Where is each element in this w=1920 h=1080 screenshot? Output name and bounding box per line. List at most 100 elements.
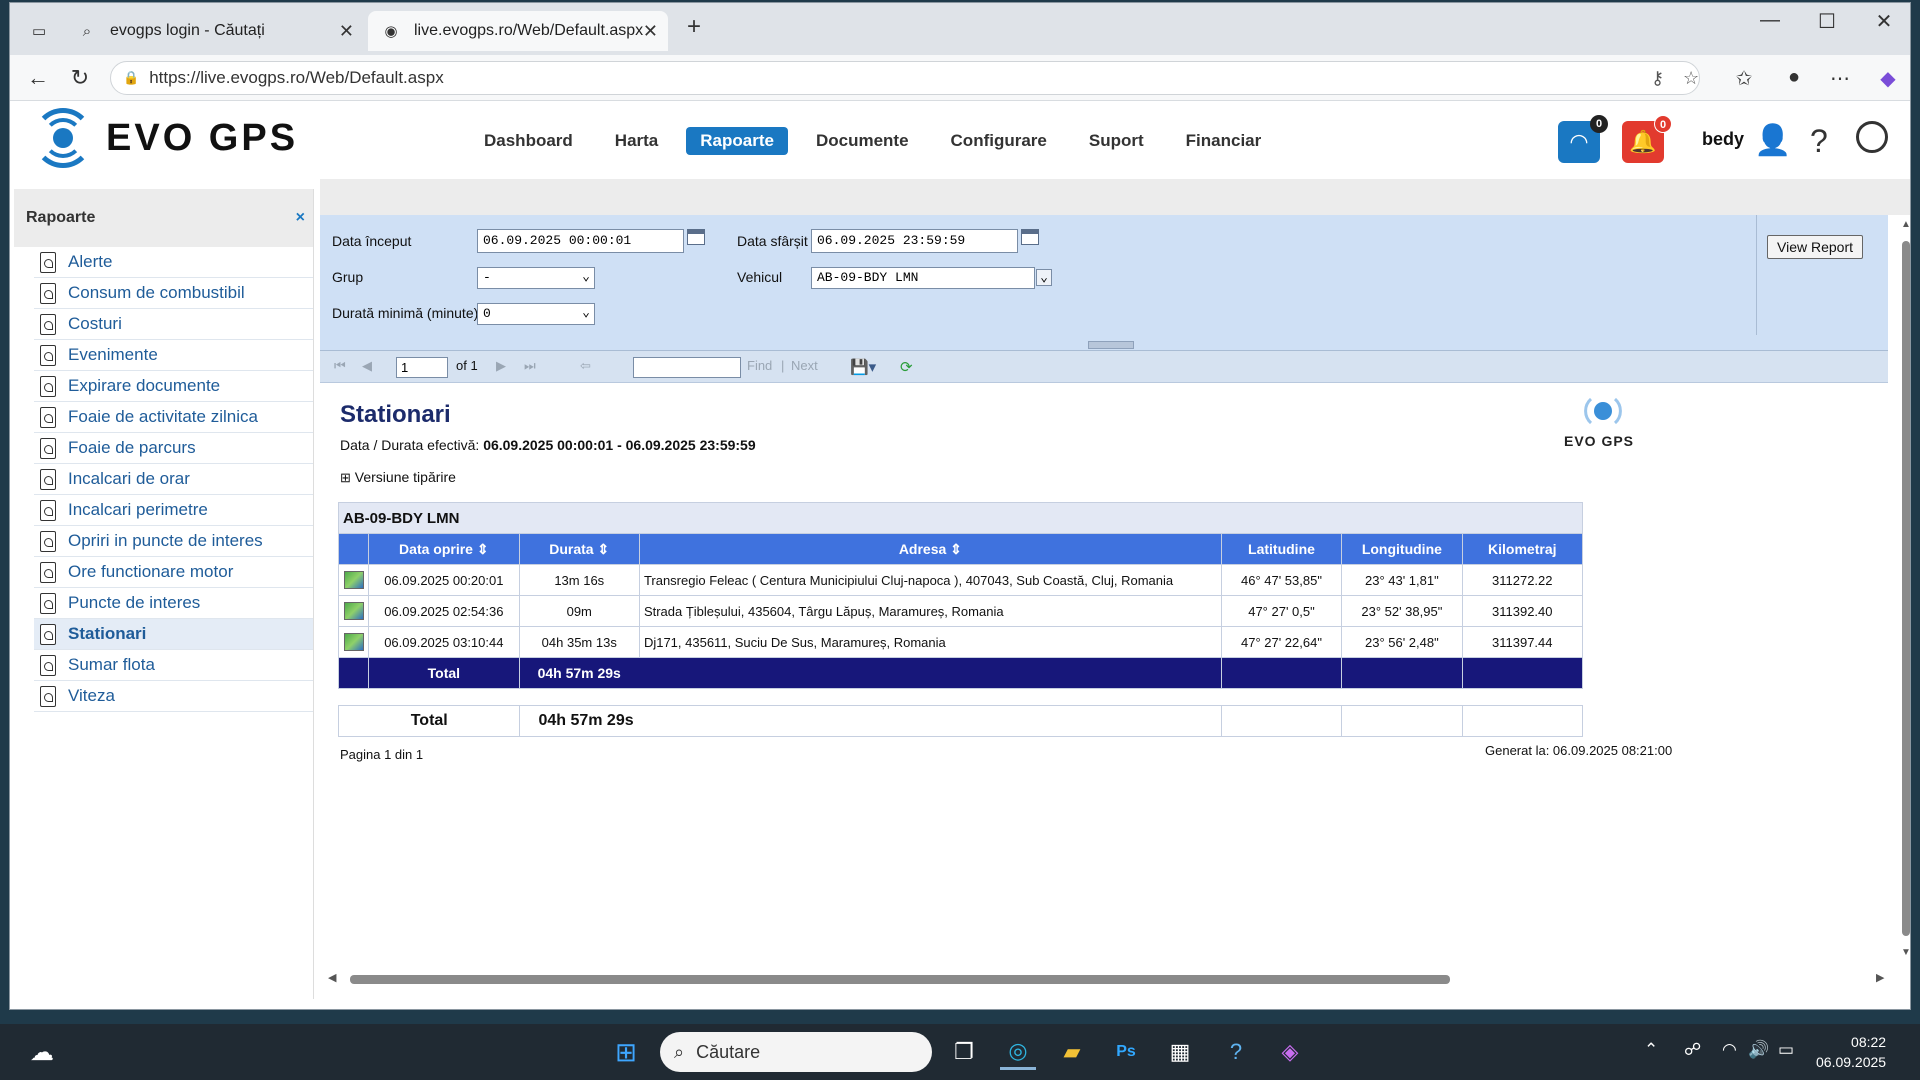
min-duration-select[interactable]: 0 ⌄ (477, 303, 595, 325)
sidebar-item-evenimente[interactable]: Evenimente (34, 340, 313, 371)
start-date-input[interactable]: 06.09.2025 00:00:01 (477, 229, 684, 253)
prev-page-icon[interactable]: ◀ (362, 358, 372, 374)
tab-actions-button[interactable]: ▭ (18, 11, 54, 51)
network-off-icon[interactable]: ☍ (1684, 1040, 1701, 1060)
profile-avatar[interactable]: ● (1780, 66, 1808, 89)
scroll-down-icon[interactable]: ▼ (1901, 947, 1910, 958)
column-duration[interactable]: Durata ⇕ (518, 533, 640, 565)
find-input[interactable] (633, 357, 741, 378)
sidebar-item-sumar-flota[interactable]: Sumar flota (34, 650, 313, 681)
vehicle-select[interactable]: AB-09-BDY LMN ⌄ (811, 267, 1052, 289)
new-tab-button[interactable]: + (674, 13, 714, 41)
sidebar-close-icon[interactable]: × (296, 209, 305, 227)
power-icon[interactable] (1856, 121, 1888, 153)
file-explorer-icon[interactable]: ▰ (1054, 1034, 1090, 1070)
map-cell[interactable] (337, 626, 370, 658)
m365-icon[interactable]: ◈ (1272, 1034, 1308, 1070)
map-cell[interactable] (337, 595, 370, 627)
print-version-toggle[interactable]: ⊞ Versiune tipărire (340, 469, 456, 486)
favorites-icon[interactable]: ✩ (1730, 66, 1758, 91)
map-icon[interactable] (343, 571, 364, 589)
menu-dashboard[interactable]: Dashboard (470, 127, 587, 155)
menu-suport[interactable]: Suport (1075, 127, 1158, 155)
menu-financiar[interactable]: Financiar (1172, 127, 1276, 155)
next-page-icon[interactable]: ▶ (496, 358, 506, 374)
vertical-scrollbar[interactable]: ▲ ▼ (1900, 219, 1910, 959)
volume-icon[interactable]: 🔊 (1748, 1040, 1769, 1060)
evogps-logo[interactable]: EVO GPS (30, 108, 298, 168)
menu-rapoarte[interactable]: Rapoarte (686, 127, 788, 155)
menu-documente[interactable]: Documente (802, 127, 923, 155)
tab-evogps[interactable]: ◉ live.evogps.ro/Web/Default.aspx ✕ (368, 11, 668, 51)
map-icon[interactable] (343, 602, 364, 620)
help-app-icon[interactable]: ? (1218, 1034, 1254, 1070)
end-calendar-icon[interactable] (1021, 229, 1039, 245)
sidebar-item-expirare[interactable]: Expirare documente (34, 371, 313, 402)
back-to-parent-icon[interactable]: ⇦ (580, 358, 591, 374)
refresh-button[interactable]: ↻ (66, 64, 94, 92)
sidebar-item-incalcari-perimetre[interactable]: Incalcari perimetre (34, 495, 313, 526)
next-link[interactable]: Next (791, 358, 818, 373)
username[interactable]: bedy (1702, 129, 1744, 150)
tab-search[interactable]: ⌕ evogps login - Căutați ✕ (64, 11, 364, 51)
map-icon[interactable] (343, 633, 364, 651)
alerts-button[interactable]: 🔔 0 (1622, 115, 1672, 163)
page-number-input[interactable]: 1 (396, 357, 448, 378)
sidebar-item-incalcari-orar[interactable]: Incalcari de orar (34, 464, 313, 495)
scroll-thumb[interactable] (350, 975, 1450, 984)
find-link[interactable]: Find (747, 358, 772, 373)
menu-configurare[interactable]: Configurare (937, 127, 1061, 155)
first-page-icon[interactable]: ⏮ (334, 358, 346, 374)
scroll-left-icon[interactable]: ◀ (328, 971, 336, 984)
more-menu-icon[interactable]: ⋯ (1826, 66, 1854, 91)
scroll-right-icon[interactable]: ▶ (1876, 971, 1884, 984)
export-icon[interactable]: 💾▾ (850, 358, 876, 376)
horizontal-scrollbar[interactable]: ◀ ▶ (320, 969, 1900, 987)
sidebar-item-alerte[interactable]: Alerte (34, 247, 313, 278)
taskbar-clock[interactable]: 08:22 06.09.2025 (1816, 1032, 1886, 1072)
refresh-report-icon[interactable]: ⟳ (900, 358, 913, 376)
sidebar-item-consum[interactable]: Consum de combustibil (34, 278, 313, 309)
wifi-icon[interactable]: ◠ (1722, 1040, 1737, 1060)
start-calendar-icon[interactable] (687, 229, 705, 245)
scroll-up-icon[interactable]: ▲ (1901, 219, 1910, 230)
key-icon[interactable]: ⚷ (1651, 68, 1664, 89)
sidebar-item-ore-motor[interactable]: Ore functionare motor (34, 557, 313, 588)
sidebar-item-puncte-interes[interactable]: Puncte de interes (34, 588, 313, 619)
column-address[interactable]: Adresa ⇕ (638, 533, 1222, 565)
close-tab-icon[interactable]: ✕ (339, 21, 354, 42)
close-tab-icon[interactable]: ✕ (643, 21, 658, 42)
map-cell[interactable] (337, 564, 370, 596)
taskbar-search[interactable]: ⌕ Căutare (660, 1032, 932, 1072)
menu-harta[interactable]: Harta (601, 127, 672, 155)
edge-icon[interactable]: ◎ (1000, 1034, 1036, 1070)
back-button[interactable]: ← (24, 64, 52, 92)
scroll-thumb[interactable] (1902, 241, 1910, 936)
user-icon[interactable]: 👤 (1754, 123, 1791, 158)
task-view-icon[interactable]: ❐ (946, 1034, 982, 1070)
rss-feed-button[interactable]: ◠ 0 (1558, 115, 1608, 163)
photoshop-icon[interactable]: Ps (1108, 1034, 1144, 1070)
start-button[interactable]: ⊞ (608, 1034, 644, 1070)
last-page-icon[interactable]: ⏭ (524, 358, 536, 374)
favorite-star-icon[interactable]: ☆ (1683, 68, 1699, 89)
end-date-input[interactable]: 06.09.2025 23:59:59 (811, 229, 1018, 253)
url-field[interactable]: 🔒 https://live.evogps.ro/Web/Default.asp… (110, 61, 1700, 95)
sidebar-item-viteza[interactable]: Viteza (34, 681, 313, 712)
group-select[interactable]: - ⌄ (477, 267, 595, 289)
sidebar-item-foaie-parcurs[interactable]: Foaie de parcurs (34, 433, 313, 464)
collapse-params-handle[interactable] (1088, 341, 1134, 349)
battery-icon[interactable]: ▭ (1778, 1040, 1794, 1060)
maximize-button[interactable]: ☐ (1807, 9, 1847, 34)
copilot-icon[interactable]: ◆ (1874, 66, 1902, 91)
help-icon[interactable]: ? (1810, 123, 1828, 160)
column-date[interactable]: Data oprire ⇕ (368, 533, 520, 565)
weather-icon[interactable]: ☁ (24, 1034, 60, 1070)
minimize-button[interactable]: — (1750, 9, 1790, 32)
store-icon[interactable]: ▦ (1162, 1034, 1198, 1070)
sidebar-item-stationari[interactable]: Stationari (34, 619, 313, 650)
sidebar-item-costuri[interactable]: Costuri (34, 309, 313, 340)
view-report-button[interactable]: View Report (1767, 235, 1864, 259)
close-window-button[interactable]: ✕ (1864, 9, 1904, 34)
sidebar-item-opriri[interactable]: Opriri in puncte de interes (34, 526, 313, 557)
